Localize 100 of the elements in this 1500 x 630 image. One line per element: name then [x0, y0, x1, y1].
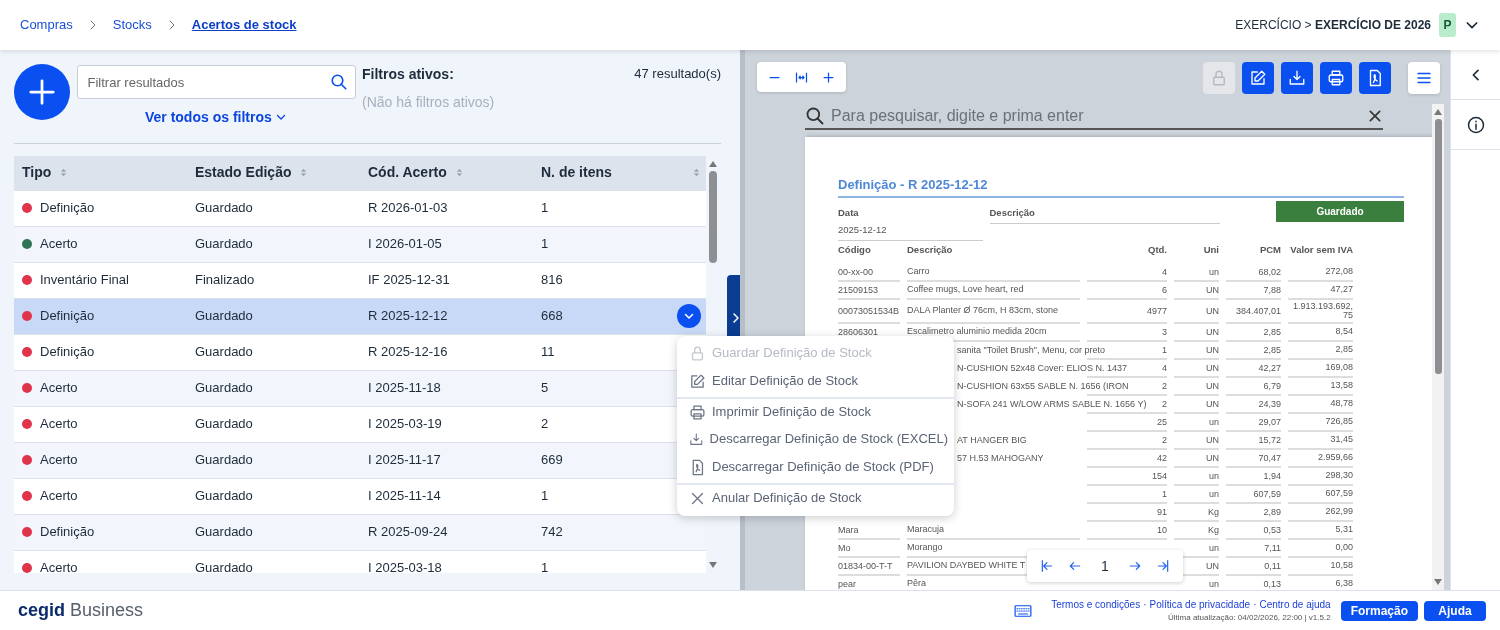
filter-search-field[interactable]: Filtrar resultados [76, 65, 356, 99]
table-cell-text: 1 [541, 235, 549, 254]
document-search-field[interactable]: Para pesquisar, digite e prima enter [829, 104, 1367, 129]
table-cell: 91 [1157, 506, 1167, 517]
footer-button[interactable]: Formação [1340, 600, 1418, 621]
fiscal-year-label: EXERCÍCIO > EXERCÍCIO DE 2026 [1235, 16, 1431, 34]
scroll-down-icon[interactable] [708, 560, 718, 569]
table-cell-text: I 2025-11-14 [368, 487, 441, 506]
logo-text: Business [70, 599, 144, 622]
table-cell: Kg [1208, 524, 1219, 535]
table-cell: 607,59 [1325, 488, 1353, 498]
scroll-thumb[interactable] [1434, 119, 1442, 374]
scroll-up-icon[interactable] [1433, 108, 1443, 116]
table-cell: 5,31 [1335, 524, 1353, 534]
zoom-in-icon[interactable] [821, 69, 836, 85]
table-cell-text: I 2025-03-18 [368, 559, 442, 573]
table-cell: un [1209, 266, 1219, 277]
results-count: 47 resultado(s) [634, 65, 721, 83]
table-cell: Mara [838, 524, 859, 535]
column-header: PCM [1258, 243, 1281, 258]
toolbar-button[interactable] [1242, 62, 1274, 94]
footer-link[interactable]: Política de privacidade [1149, 597, 1251, 612]
column-header[interactable]: Cód. Acerto [368, 162, 447, 183]
table-cell: Maracuja [907, 524, 944, 534]
toolbar-button[interactable] [1408, 62, 1440, 94]
footer-link[interactable]: Centro de ajuda [1259, 597, 1331, 612]
scroll-up-icon[interactable] [708, 159, 718, 168]
fit-width-icon[interactable] [794, 69, 809, 85]
breadcrumb-link[interactable]: Compras [20, 15, 73, 35]
scroll-thumb[interactable] [709, 170, 717, 263]
table-cell: 29,07 [1258, 416, 1281, 427]
table-cell: un [1209, 470, 1219, 481]
table-cell: Carro [907, 266, 930, 276]
table-cell: 8,54 [1335, 326, 1353, 336]
table-cell: UN [1206, 398, 1219, 409]
user-avatar[interactable]: P [1439, 13, 1456, 37]
table-row[interactable]: Definição Guardado R 2025-12-12 668 [14, 298, 706, 335]
column-header[interactable]: Estado Edição [195, 162, 292, 183]
add-button[interactable] [14, 64, 70, 120]
document-title: Definição - R 2025-12-12 [838, 175, 1404, 198]
table-cell: 2 [1162, 380, 1167, 391]
table-cell-text: Guardado [195, 343, 253, 362]
column-header[interactable]: N. de itens [541, 162, 612, 183]
table-row[interactable]: Definição Guardado R 2025-12-16 11 [14, 334, 706, 371]
column-header: Qtd. [1147, 243, 1167, 258]
table-cell-text: Acerto [40, 451, 78, 470]
scrollbar[interactable] [1432, 104, 1444, 590]
breadcrumb-link[interactable]: Acertos de stock [191, 15, 297, 35]
table-cell-text: 742 [541, 523, 563, 542]
table-row[interactable]: Acerto Guardado I 2025-03-18 1 [14, 550, 706, 573]
table-cell: 28606301 [838, 326, 879, 337]
toolbar-button[interactable] [1359, 62, 1391, 94]
footer-button[interactable]: Ajuda [1424, 600, 1486, 621]
close-icon[interactable] [1367, 108, 1383, 124]
info-icon[interactable] [1465, 114, 1486, 135]
table-cell: 2,85 [1335, 344, 1353, 354]
table-cell: 607,59 [1253, 488, 1281, 499]
chevron-right-icon [730, 311, 742, 324]
table-cell-text: I 2025-11-17 [368, 451, 441, 470]
table-cell-text: 1 [541, 487, 549, 506]
status-label: Guardado [1276, 200, 1404, 222]
table-cell-text: R 2025-09-24 [368, 523, 448, 542]
table-cell: 4 [1162, 266, 1167, 277]
table-cell-text: Guardado [195, 199, 253, 218]
printer-icon [689, 403, 706, 421]
menu-item[interactable]: Anular Definição de Stock [677, 483, 954, 511]
table-cell: 25 [1157, 416, 1167, 427]
table-cell: 0,11 [1264, 560, 1281, 571]
menu-item[interactable]: Imprimir Definição de Stock [677, 397, 954, 425]
table-cell-text: Definição [40, 199, 95, 218]
table-cell: UN [1206, 284, 1219, 295]
breadcrumb-link[interactable]: Stocks [112, 15, 152, 35]
table-cell: UN [1206, 452, 1219, 463]
plus-icon [27, 77, 57, 107]
table-cell: 24,39 [1258, 398, 1281, 409]
column-header[interactable]: Tipo [22, 162, 52, 183]
search-icon[interactable] [329, 73, 348, 91]
row-actions-button[interactable] [677, 304, 701, 328]
table-cell: 70,47 [1258, 452, 1281, 463]
table-cell-text: Guardado [195, 379, 253, 398]
toolbar-button[interactable] [1320, 62, 1352, 94]
table-cell-text: 1 [541, 559, 549, 573]
table-cell-text: I 2025-03-19 [368, 415, 442, 434]
footer-link[interactable]: Termos e condições [1051, 597, 1141, 612]
edit-icon [689, 372, 706, 390]
table-cell-text: I 2026-01-05 [368, 235, 442, 254]
show-all-filters-link[interactable]: Ver todos os filtros [138, 105, 294, 129]
toolbar-button[interactable] [1281, 62, 1313, 94]
column-header: Descrição [907, 243, 954, 258]
table-cell: 262,99 [1325, 506, 1353, 516]
table-row[interactable]: Inventário Final Finalizado IF 2025-12-31 816 [14, 262, 706, 299]
table-cell-text: Acerto [40, 487, 78, 506]
scroll-down-icon[interactable] [1433, 578, 1443, 586]
table-cell: 6,79 [1263, 380, 1281, 391]
table-cell: 7,88 [1263, 284, 1281, 295]
sort-icon [454, 166, 464, 179]
table-cell: 272,08 [1325, 266, 1353, 276]
table-row[interactable]: Definição Guardado R 2026-01-03 1 [14, 190, 706, 227]
table-cell: DALA Planter Ø 76cm, H 83cm, stone [907, 305, 1059, 315]
first-page-icon[interactable] [1039, 558, 1055, 574]
